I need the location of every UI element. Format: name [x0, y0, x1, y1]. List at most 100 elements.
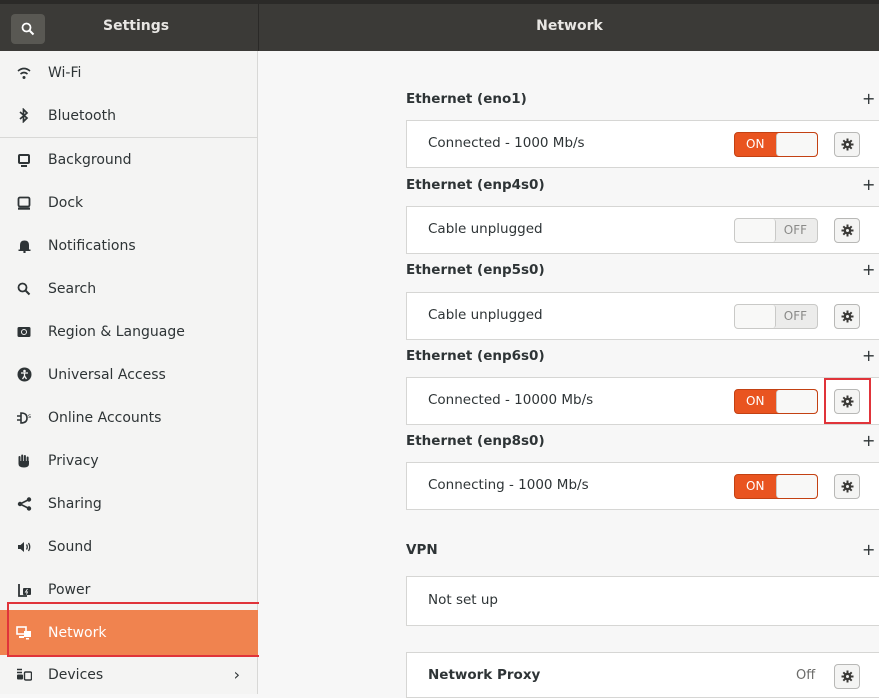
header-bar: Settings Network [0, 0, 879, 51]
sidebar-item-label: Universal Access [48, 366, 166, 383]
settings-window: Settings Network Wi-Fi Bluetooth Backgro… [0, 0, 879, 698]
gear-icon [841, 138, 853, 151]
sidebar-item-label: Search [48, 280, 97, 297]
bell-icon [14, 239, 34, 253]
ethernet-card: Cable unplugged OFF [406, 206, 879, 254]
toggle-label: ON [746, 394, 765, 408]
hand-icon [14, 454, 34, 468]
connection-toggle[interactable]: ON [734, 389, 818, 414]
power-icon [14, 583, 34, 597]
sidebar-item-privacy[interactable]: Privacy [0, 439, 258, 482]
connection-toggle[interactable]: OFF [734, 218, 818, 243]
vpn-card: Not set up [406, 576, 879, 626]
add-connection-button[interactable]: + [862, 260, 875, 279]
toggle-label: ON [746, 137, 765, 151]
section-title: Ethernet (enp6s0) [406, 348, 545, 364]
share-icon [14, 496, 34, 511]
search-icon [21, 22, 35, 36]
speaker-icon [14, 541, 34, 553]
settings-button[interactable] [834, 132, 860, 157]
sidebar-item-label: Region & Language [48, 323, 185, 340]
proxy-settings-button[interactable] [834, 664, 860, 689]
section-title: Ethernet (eno1) [406, 91, 527, 107]
vpn-status: Not set up [428, 592, 498, 608]
toggle-label: ON [746, 479, 765, 493]
accessibility-icon [14, 367, 34, 382]
add-connection-button[interactable]: + [862, 346, 875, 365]
header-divider [258, 4, 259, 51]
settings-button[interactable] [834, 218, 860, 243]
toggle-knob [776, 390, 817, 413]
sidebar-item-label: Devices [48, 666, 104, 683]
network-panel: Ethernet (eno1) + Connected - 1000 Mb/s … [259, 51, 879, 698]
gear-icon [841, 310, 853, 323]
sidebar-item-devices[interactable]: Devices › [0, 655, 258, 694]
search-icon [14, 282, 34, 296]
sidebar-item-label: Dock [48, 194, 84, 211]
network-proxy-row[interactable]: Network Proxy Off [406, 652, 879, 698]
gear-button-highlight [824, 378, 871, 424]
sidebar-item-sharing[interactable]: Sharing [0, 482, 258, 525]
online-accounts-icon: s [14, 411, 34, 425]
sidebar-item-label: Sound [48, 538, 93, 555]
devices-icon [14, 668, 34, 681]
add-connection-button[interactable]: + [862, 175, 875, 194]
sidebar-item-label: Background [48, 151, 132, 168]
gear-icon [841, 480, 853, 493]
sidebar-item-label: Wi-Fi [48, 64, 82, 81]
add-connection-button[interactable]: + [862, 431, 875, 450]
connection-toggle[interactable]: ON [734, 474, 818, 499]
vpn-title: VPN [406, 542, 438, 558]
add-connection-button[interactable]: + [862, 89, 875, 108]
bluetooth-icon [14, 108, 34, 123]
sidebar-item-online-accounts[interactable]: s Online Accounts [0, 396, 258, 439]
sidebar-item-universal-access[interactable]: Universal Access [0, 353, 258, 396]
toggle-knob [776, 475, 817, 498]
section-title: Ethernet (enp8s0) [406, 433, 545, 449]
section-title: Ethernet (enp5s0) [406, 262, 545, 278]
connection-toggle[interactable]: ON [734, 132, 818, 157]
region-icon [14, 326, 34, 338]
settings-button[interactable] [834, 474, 860, 499]
sidebar-item-label: Privacy [48, 452, 99, 469]
toggle-label: OFF [783, 223, 807, 237]
network-item-highlight [7, 602, 261, 657]
connection-status: Cable unplugged [428, 307, 543, 323]
search-button[interactable] [11, 14, 45, 44]
section-title: Ethernet (enp4s0) [406, 177, 545, 193]
background-icon [14, 153, 34, 167]
sidebar-item-dock[interactable]: Dock [0, 181, 258, 224]
wifi-icon [14, 66, 34, 80]
sidebar-item-bluetooth[interactable]: Bluetooth [0, 94, 258, 137]
panel-title: Network [536, 18, 603, 34]
dock-icon [14, 196, 34, 210]
chevron-right-icon: › [233, 665, 240, 684]
sidebar-item-label: Notifications [48, 237, 136, 254]
ethernet-card: Connecting - 1000 Mb/s ON [406, 462, 879, 510]
sidebar-item-label: Online Accounts [48, 409, 162, 426]
settings-button[interactable] [834, 304, 860, 329]
toggle-knob [735, 305, 776, 328]
toggle-knob [735, 219, 776, 242]
sidebar-item-region-language[interactable]: Region & Language [0, 310, 258, 353]
gear-icon [841, 224, 853, 237]
settings-title: Settings [103, 18, 170, 34]
sidebar-item-background[interactable]: Background [0, 138, 258, 181]
sidebar-item-label: Bluetooth [48, 107, 116, 124]
add-vpn-button[interactable]: + [862, 540, 875, 559]
connection-toggle[interactable]: OFF [734, 304, 818, 329]
ethernet-card: Connected - 1000 Mb/s ON [406, 120, 879, 168]
connection-status: Cable unplugged [428, 221, 543, 237]
ethernet-card: Connected - 10000 Mb/s ON [406, 377, 879, 425]
ethernet-card: Cable unplugged OFF [406, 292, 879, 340]
gear-icon [841, 670, 853, 683]
sidebar-item-wifi[interactable]: Wi-Fi [0, 51, 258, 94]
svg-text:s: s [28, 413, 31, 420]
sidebar-item-notifications[interactable]: Notifications [0, 224, 258, 267]
connection-status: Connecting - 1000 Mb/s [428, 477, 589, 493]
sidebar-item-search[interactable]: Search [0, 267, 258, 310]
toggle-knob [776, 133, 817, 156]
connection-status: Connected - 1000 Mb/s [428, 135, 585, 151]
sidebar-item-sound[interactable]: Sound [0, 525, 258, 568]
proxy-value: Off [796, 668, 816, 683]
